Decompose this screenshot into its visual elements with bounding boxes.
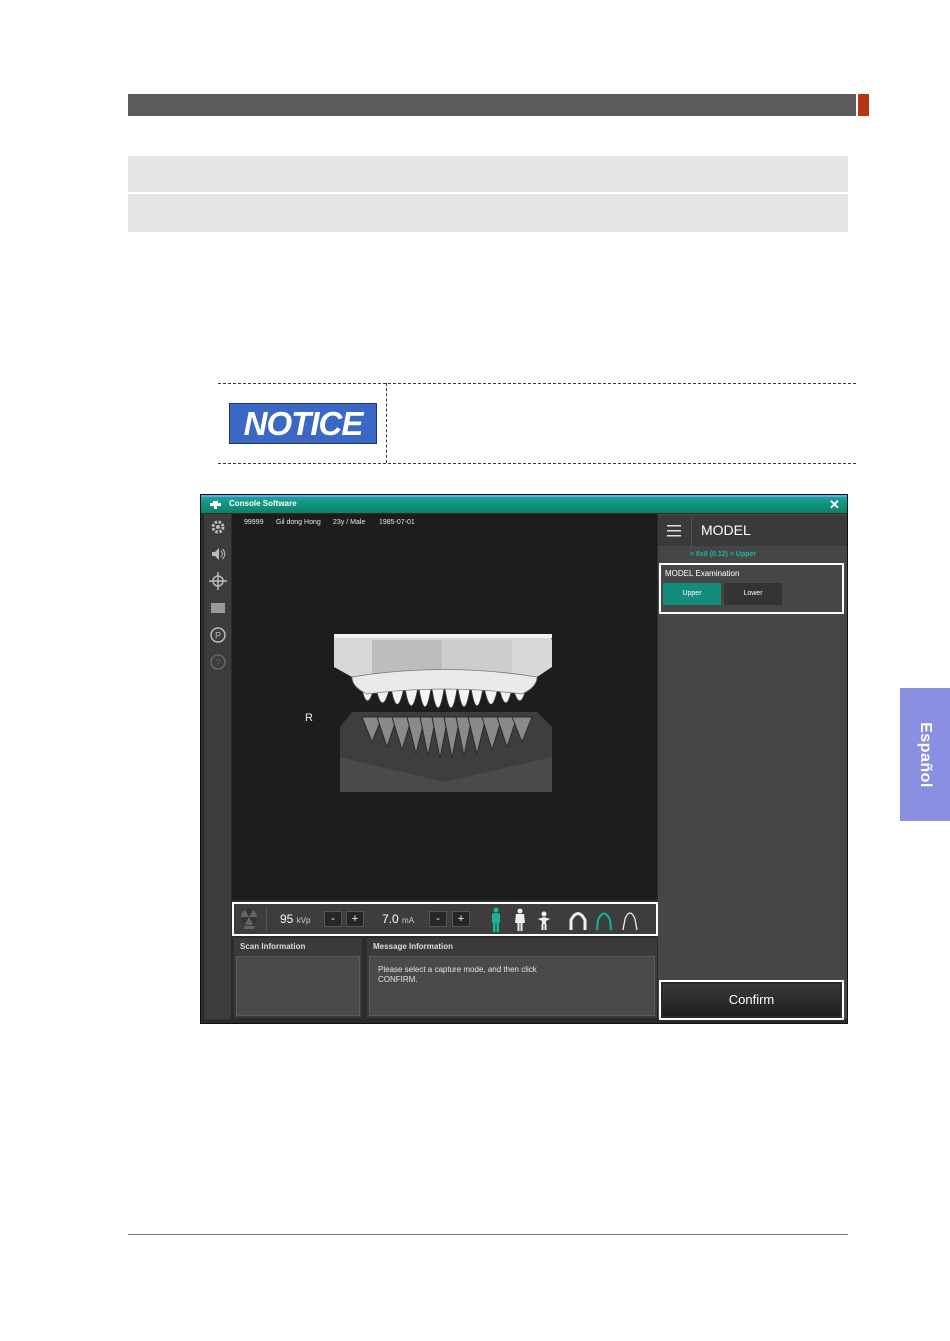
patient-name: Gil dong Hong xyxy=(276,519,321,526)
right-panel-header: MODEL xyxy=(658,516,847,548)
image-viewer: 99999 Gil dong Hong 23y / Male 1985-07-0… xyxy=(232,514,657,900)
message-line-2: CONFIRM. xyxy=(378,975,418,984)
language-tab[interactable]: Español xyxy=(900,688,950,821)
small-child-icon[interactable] xyxy=(537,911,551,931)
scan-info-title: Scan Information xyxy=(240,942,306,951)
ma-plus-button[interactable]: + xyxy=(452,911,470,927)
section-shade-bottom xyxy=(128,194,848,232)
ma-readout: 7.0 mA xyxy=(382,912,414,926)
header-accent xyxy=(856,94,869,116)
console-window: Console Software ✕ P ? 99999 Gil dong Ho… xyxy=(200,494,848,1024)
kvp-unit: kVp xyxy=(296,916,311,925)
ma-minus-button[interactable]: - xyxy=(429,911,447,927)
title-bar: Console Software ✕ xyxy=(201,495,847,513)
arch-normal-icon[interactable] xyxy=(594,909,614,931)
header-divider xyxy=(691,518,692,548)
kvp-minus-button[interactable]: - xyxy=(324,911,342,927)
window-title: Console Software xyxy=(229,499,297,508)
confirm-frame: Confirm xyxy=(659,980,844,1020)
message-text: Please select a capture mode, and then c… xyxy=(378,965,648,985)
orientation-label: R xyxy=(305,712,313,724)
laser-align-icon[interactable] xyxy=(209,572,227,590)
header-bar xyxy=(128,94,856,116)
message-info-body: Please select a capture mode, and then c… xyxy=(369,956,655,1016)
monitor-icon[interactable] xyxy=(209,599,227,617)
exposure-control-bar: 95 kVp - + 7.0 mA - + xyxy=(232,902,658,936)
scan-info-panel: Scan Information xyxy=(234,938,362,1018)
notice-divider xyxy=(386,383,387,463)
close-icon[interactable]: ✕ xyxy=(829,497,840,513)
footer-rule xyxy=(128,1234,848,1235)
radiation-icon xyxy=(240,908,258,929)
patient-id: 99999 xyxy=(244,519,264,526)
section-shade-top xyxy=(128,156,848,192)
right-panel: MODEL > 8x8 (0.12) > Upper MODEL Examina… xyxy=(658,514,847,1020)
query-icon[interactable]: ? xyxy=(209,653,227,671)
svg-text:P: P xyxy=(215,631,221,641)
child-icon[interactable] xyxy=(514,908,526,932)
message-info-title: Message Information xyxy=(373,942,454,951)
ma-unit: mA xyxy=(402,916,415,925)
patient-dob: 1985-07-01 xyxy=(379,519,415,526)
kvp-plus-button[interactable]: + xyxy=(346,911,364,927)
notice-border-top xyxy=(218,383,856,384)
mode-title: MODEL xyxy=(701,522,751,538)
settings-icon[interactable] xyxy=(209,518,227,536)
notice-badge: NOTICE xyxy=(229,403,377,444)
speaker-icon[interactable] xyxy=(209,545,227,563)
model-examination-box: MODEL Examination Upper Lower xyxy=(659,563,844,614)
lower-button[interactable]: Lower xyxy=(724,583,782,605)
p-icon[interactable]: P xyxy=(209,626,227,644)
left-toolbar: P ? xyxy=(204,514,231,1019)
app-icon xyxy=(210,501,221,509)
scan-info-body xyxy=(236,956,360,1016)
dental-model-illustration xyxy=(334,634,552,792)
confirm-button[interactable]: Confirm xyxy=(663,984,840,1016)
language-tab-label: Español xyxy=(917,721,935,788)
patient-age-sex: 23y / Male xyxy=(333,519,366,526)
ma-value: 7.0 xyxy=(382,912,399,926)
notice-border-bottom xyxy=(218,463,856,464)
arch-wide-icon[interactable] xyxy=(568,909,588,931)
ctrl-divider xyxy=(266,907,267,931)
adult-icon[interactable] xyxy=(490,907,502,933)
upper-button[interactable]: Upper xyxy=(663,583,721,605)
message-line-1: Please select a capture mode, and then c… xyxy=(378,965,537,974)
message-info-panel: Message Information Please select a capt… xyxy=(367,938,657,1018)
svg-text:?: ? xyxy=(215,658,220,668)
arch-narrow-icon[interactable] xyxy=(620,909,640,931)
breadcrumb: > 8x8 (0.12) > Upper xyxy=(690,551,757,558)
kvp-readout: 95 kVp xyxy=(280,912,311,926)
menu-icon[interactable] xyxy=(665,524,683,538)
exam-label: MODEL Examination xyxy=(665,569,740,578)
kvp-value: 95 xyxy=(280,912,294,926)
